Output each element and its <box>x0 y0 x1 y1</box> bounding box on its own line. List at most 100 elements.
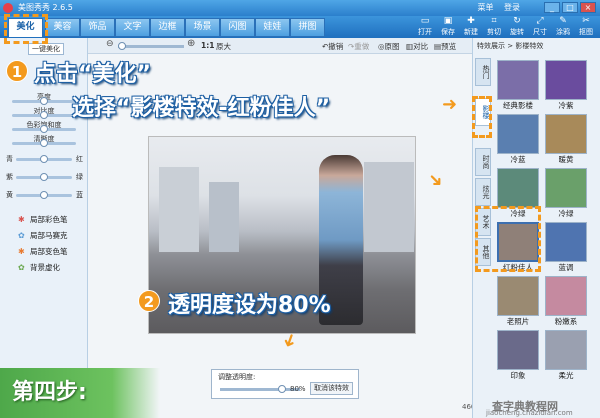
save-button[interactable]: ▣ 保存 <box>438 16 458 38</box>
blue-label: 蓝 <box>76 191 83 199</box>
top-toolbar: ▭ 打开 ▣ 保存 ✚ 新建 ⌗ 剪切 ↻ 旋转 ⤢ 尺寸 ✎ 涂鸦 ✂ 抠图 <box>415 16 596 38</box>
tab-wenzi[interactable]: 文字 <box>115 18 150 37</box>
opacity-slider[interactable] <box>220 385 300 393</box>
green-label: 绿 <box>76 173 83 181</box>
saturation-slider[interactable] <box>12 125 76 133</box>
zoom-in-icon[interactable]: ⊕ <box>187 38 195 49</box>
red-label: 红 <box>76 155 83 163</box>
local-recolor-pen-tool[interactable]: ✱ 局部变色笔 <box>18 246 68 257</box>
local-color-pen-tool[interactable]: ✱ 局部彩色笔 <box>18 214 68 225</box>
effect-classic-studio[interactable]: 经典影楼 <box>497 60 539 112</box>
cancel-effect-button[interactable]: 取消该特效 <box>310 382 353 395</box>
brightness-slider[interactable] <box>12 97 76 105</box>
highlight-tab-box <box>4 14 48 44</box>
effect-cool-blue[interactable]: 冷蓝 <box>497 114 539 166</box>
slider-knob[interactable] <box>40 97 48 105</box>
redo-button[interactable]: ↷重做 <box>348 41 369 52</box>
resize-button[interactable]: ⤢ 尺寸 <box>530 16 550 38</box>
save-icon: ▣ <box>443 16 453 26</box>
highlight-studio-tab-box <box>472 96 492 138</box>
effect-blue-tone[interactable]: 蓝调 <box>545 222 587 274</box>
rotate-button[interactable]: ↻ 旋转 <box>507 16 527 38</box>
slider-knob[interactable] <box>40 191 48 199</box>
slider-knob[interactable] <box>40 111 48 119</box>
canvas-toolbar: ⊖ ⊕ 1:1 原大 ↶撤销 ↷重做 ◎原图 ▥对比 ▤预览 <box>88 38 472 54</box>
title-bar: 美图秀秀 2.6.5 菜单 登录 _ □ × <box>0 0 600 16</box>
magenta-green-slider[interactable] <box>16 173 72 181</box>
magenta-label: 紫 <box>6 173 13 181</box>
effect-pink-soft[interactable]: 粉嫩系 <box>545 276 587 328</box>
effect-thumbnail <box>545 60 587 100</box>
preview-button[interactable]: ▤预览 <box>434 41 456 52</box>
yellow-label: 黄 <box>6 191 13 199</box>
close-button[interactable]: × <box>580 2 596 13</box>
effect-thumbnail <box>497 330 539 370</box>
step2-number: 2 <box>138 290 160 312</box>
original-image-button[interactable]: ◎原图 <box>378 41 400 52</box>
tab-shantu[interactable]: 闪图 <box>220 18 255 37</box>
watermark-url: jiaocheng.chazidian.com <box>486 409 573 417</box>
tab-biankuang[interactable]: 边框 <box>150 18 185 37</box>
effect-cool-green-2[interactable]: 冷绿 <box>545 168 587 220</box>
cyan-red-slider[interactable] <box>16 155 72 163</box>
slider-knob[interactable] <box>40 125 48 133</box>
contrast-slider[interactable] <box>12 111 76 119</box>
effect-thumbnail <box>497 114 539 154</box>
rotate-icon: ↻ <box>513 16 521 26</box>
effect-thumbnail <box>497 168 539 208</box>
cyan-label: 青 <box>6 155 13 163</box>
vtab-fashion[interactable]: 时尚 <box>475 148 491 176</box>
slider-knob[interactable] <box>278 385 286 393</box>
tab-wawa[interactable]: 娃娃 <box>255 18 290 37</box>
slider-knob[interactable] <box>40 155 48 163</box>
effect-thumbnail <box>545 276 587 316</box>
opacity-title: 调整透明度: <box>218 373 256 381</box>
crop-button[interactable]: ⌗ 剪切 <box>484 16 504 38</box>
effect-old-photo[interactable]: 老照片 <box>497 276 539 328</box>
login-link[interactable]: 登录 <box>504 3 520 12</box>
effect-thumbnail <box>545 168 587 208</box>
original-size-button[interactable]: 原大 <box>216 41 231 52</box>
mosaic-icon: ✿ <box>18 231 25 240</box>
minimize-button[interactable]: _ <box>544 2 560 13</box>
tab-meirong[interactable]: 美容 <box>45 18 80 37</box>
step-badge: 第四步: <box>0 368 160 418</box>
effects-breadcrumb: 特效展示 > 影楼特效 <box>477 42 544 50</box>
tab-changjing[interactable]: 场景 <box>185 18 220 37</box>
menu-link[interactable]: 菜单 <box>477 3 493 12</box>
open-button[interactable]: ▭ 打开 <box>415 16 435 38</box>
brush-button[interactable]: ✎ 涂鸦 <box>553 16 573 38</box>
step1-text: 点击“美化” <box>34 62 151 87</box>
effect-warm-yellow[interactable]: 暖黄 <box>545 114 587 166</box>
cutout-button[interactable]: ✂ 抠图 <box>576 16 596 38</box>
zoom-value[interactable]: 1:1 <box>201 41 214 50</box>
vtab-hot[interactable]: 热门 <box>475 58 491 86</box>
cutout-icon: ✂ <box>582 16 590 26</box>
zoom-slider[interactable] <box>118 42 184 50</box>
recolor-pen-icon: ✱ <box>18 247 25 256</box>
undo-button[interactable]: ↶撤销 <box>322 41 343 52</box>
yellow-blue-slider[interactable] <box>16 191 72 199</box>
slider-knob[interactable] <box>40 173 48 181</box>
main-tab-bar: 美化 美容 饰品 文字 边框 场景 闪图 娃娃 拼图 ▭ 打开 ▣ 保存 ✚ 新建 ⌗… <box>0 16 600 38</box>
zoom-out-icon[interactable]: ⊖ <box>106 39 114 49</box>
tab-pintu[interactable]: 拼图 <box>290 18 325 37</box>
arrow-to-tab-icon: ➜ <box>442 94 458 115</box>
effect-thumbnail <box>545 114 587 154</box>
effect-impression[interactable]: 印象 <box>497 330 539 382</box>
tab-shipin[interactable]: 饰品 <box>80 18 115 37</box>
slider-knob[interactable] <box>40 139 48 147</box>
effect-cool-purple[interactable]: 冷紫 <box>545 60 587 112</box>
effect-soft-light[interactable]: 柔光 <box>545 330 587 382</box>
background-blur-tool[interactable]: ✿ 背景虚化 <box>18 262 60 273</box>
slider-knob[interactable] <box>118 42 126 50</box>
sharpness-slider[interactable] <box>12 139 76 147</box>
local-mosaic-tool[interactable]: ✿ 局部马赛克 <box>18 230 68 241</box>
resize-icon: ⤢ <box>536 16 544 26</box>
new-button[interactable]: ✚ 新建 <box>461 16 481 38</box>
onekey-beautify-button[interactable]: 一键美化 <box>28 43 64 55</box>
vtab-glow[interactable]: 炫光 <box>475 178 491 206</box>
compare-button[interactable]: ▥对比 <box>406 41 428 52</box>
maximize-button[interactable]: □ <box>562 2 578 13</box>
crop-icon: ⌗ <box>491 16 497 26</box>
